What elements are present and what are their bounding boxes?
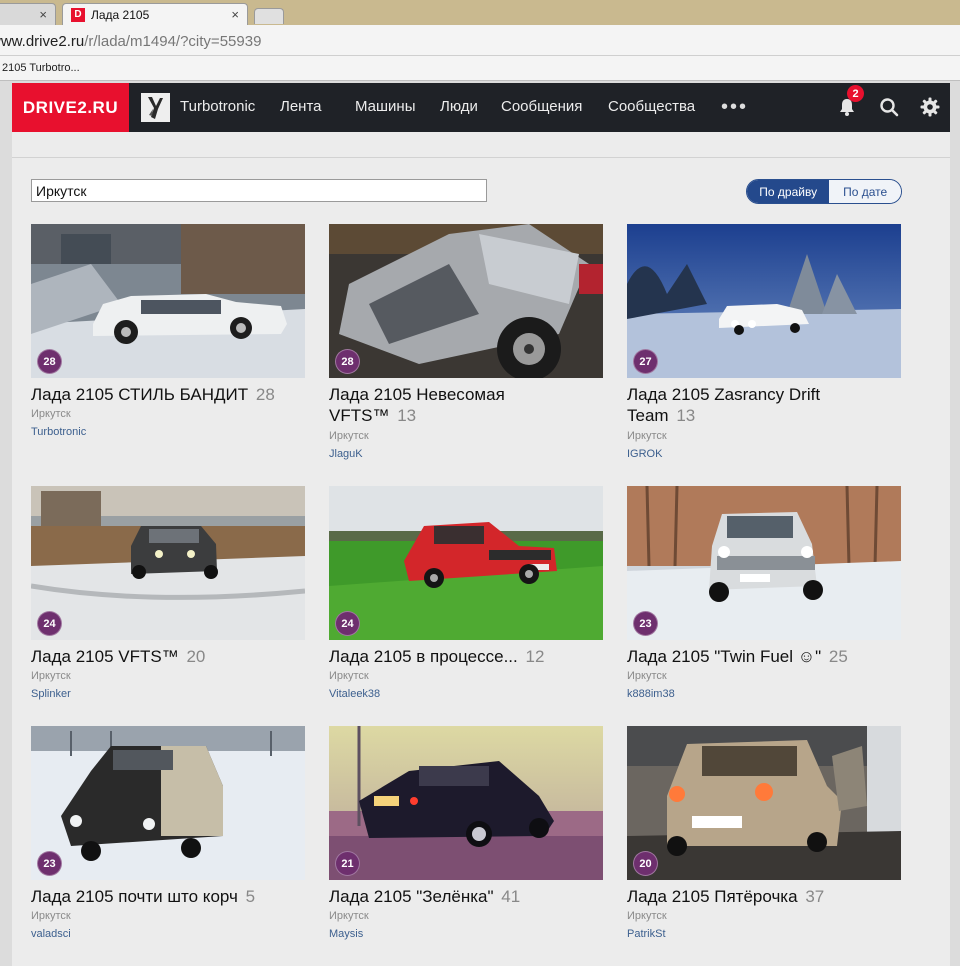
car-title[interactable]: Лада 2105 почти што корч 5 [31,886,321,907]
car-title-text: Лада 2105 "Twin Fuel ☺" [627,647,822,666]
url-path: /r/lada/m1494/?city=55939 [84,33,262,50]
address-bar[interactable]: www.drive2.ru/r/lada/m1494/?city=55939 [0,25,960,56]
car-title-text: Лада 2105 СТИЛЬ БАНДИТ [31,385,249,404]
car-owner-link[interactable]: valadsci [31,928,71,940]
car-entries-count: 20 [186,647,206,666]
car-title[interactable]: Лада 2105 "Зелёнка" 41 [329,886,619,907]
car-photo[interactable]: 23 [627,486,901,640]
car-entries-count: 12 [525,647,545,666]
sort-toggle: По драйву По дате [746,179,902,204]
bookmarks-bar: 2105 Turbotro... [0,56,960,81]
nav-profile-turbotronic[interactable]: Turbotronic [180,98,255,115]
new-tab-button[interactable] [254,8,284,24]
avatar-image-icon [141,93,170,122]
car-city: Иркутск [329,910,369,922]
car-city: Иркутск [627,430,667,442]
drive-score-badge: 23 [37,851,62,876]
car-title-text: Лада 2105 Невесомая VFTS™ [329,385,505,425]
drive-score-badge: 28 [335,349,360,374]
car-city: Иркутск [627,910,667,922]
close-tab-icon[interactable]: × [231,7,239,22]
content-area: По драйву По дате 28 Лада 2105 СТИЛЬ БАН… [12,132,950,966]
url-host: www.drive2.ru [0,33,85,50]
car-entries-count: 13 [676,406,696,425]
car-entries-count: 25 [828,647,848,666]
nav-people[interactable]: Люди [440,98,478,115]
nav-messages[interactable]: Сообщения [501,98,582,115]
car-title-text: Лада 2105 VFTS™ [31,647,179,666]
car-title-text: Лада 2105 "Зелёнка" [329,887,494,906]
car-owner-link[interactable]: Turbotronic [31,426,86,438]
car-photo[interactable]: 27 [627,224,901,378]
search-icon [880,98,899,117]
browser-tab-bar: × D Лада 2105 × [0,0,960,25]
car-city: Иркутск [329,670,369,682]
car-city: Иркутск [31,408,71,420]
car-entries-count: 37 [805,887,825,906]
car-photo[interactable]: 21 [329,726,603,880]
car-photo[interactable]: 24 [329,486,603,640]
car-city: Иркутск [329,430,369,442]
search-button[interactable] [878,96,900,118]
notifications-count-badge: 2 [847,85,864,102]
car-entries-count: 41 [501,887,521,906]
drive-score-badge: 28 [37,349,62,374]
browser-tab-active[interactable]: D Лада 2105 × [62,3,248,25]
nav-communities[interactable]: Сообщества [608,98,695,115]
car-owner-link[interactable]: k888im38 [627,688,675,700]
drive-score-badge: 27 [633,349,658,374]
browser-tab-previous[interactable]: × [0,3,56,25]
url-text[interactable]: www.drive2.ru/r/lada/m1494/?city=55939 [0,33,261,50]
car-city: Иркутск [31,670,71,682]
car-photo[interactable]: 20 [627,726,901,880]
car-title-text: Лада 2105 Zasrancy Drift Team [627,385,821,425]
nav-cars[interactable]: Машины [355,98,415,115]
car-entries-count: 13 [397,406,417,425]
divider [12,157,950,158]
car-title-text: Лада 2105 почти што корч [31,887,238,906]
car-city: Иркутск [627,670,667,682]
car-title[interactable]: Лада 2105 "Twin Fuel ☺" 25 [627,646,917,667]
car-title[interactable]: Лада 2105 Невесомая VFTS™ 13 [329,384,549,426]
car-photo[interactable]: 23 [31,726,305,880]
drive-score-badge: 23 [633,611,658,636]
close-tab-icon[interactable]: × [39,7,47,22]
drive-score-badge: 20 [633,851,658,876]
tab-title: Лада 2105 [91,7,150,22]
car-owner-link[interactable]: IGROK [627,448,662,460]
drive-score-badge: 24 [335,611,360,636]
car-city: Иркутск [31,910,71,922]
user-avatar[interactable] [141,93,170,122]
car-title[interactable]: Лада 2105 VFTS™ 20 [31,646,321,667]
sort-by-drive-button[interactable]: По драйву [747,180,830,203]
nav-feed[interactable]: Лента [280,98,322,115]
car-owner-link[interactable]: Maysis [329,928,363,940]
car-title[interactable]: Лада 2105 в процессе... 12 [329,646,619,667]
city-filter-input[interactable] [31,179,487,202]
drive2-favicon-icon: D [71,7,85,22]
bookmark-item[interactable]: 2105 Turbotro... [2,62,80,74]
drive-score-badge: 24 [37,611,62,636]
car-owner-link[interactable]: Vitaleek38 [329,688,380,700]
car-photo[interactable]: 28 [329,224,603,378]
car-title-text: Лада 2105 Пятёрочка [627,887,798,906]
car-owner-link[interactable]: PatrikSt [627,928,666,940]
car-title[interactable]: Лада 2105 Zasrancy Drift Team 13 [627,384,857,426]
car-entries-count: 28 [255,385,275,404]
car-photo[interactable]: 24 [31,486,305,640]
car-title-text: Лада 2105 в процессе... [329,647,518,666]
car-photo[interactable]: 28 [31,224,305,378]
more-menu-button[interactable]: ••• [721,96,748,119]
settings-button[interactable] [919,96,941,118]
site-header: DRIVE2.RU Turbotronic Лента Машины Люди … [12,83,950,132]
gear-icon [920,97,940,117]
car-owner-link[interactable]: Splinker [31,688,71,700]
car-title[interactable]: Лада 2105 СТИЛЬ БАНДИТ 28 [31,384,321,405]
car-owner-link[interactable]: JlaguK [329,448,363,460]
car-entries-count: 5 [245,887,256,906]
car-title[interactable]: Лада 2105 Пятёрочка 37 [627,886,917,907]
drive-score-badge: 21 [335,851,360,876]
drive2-logo[interactable]: DRIVE2.RU [12,83,129,132]
sort-by-date-button[interactable]: По дате [829,180,901,203]
